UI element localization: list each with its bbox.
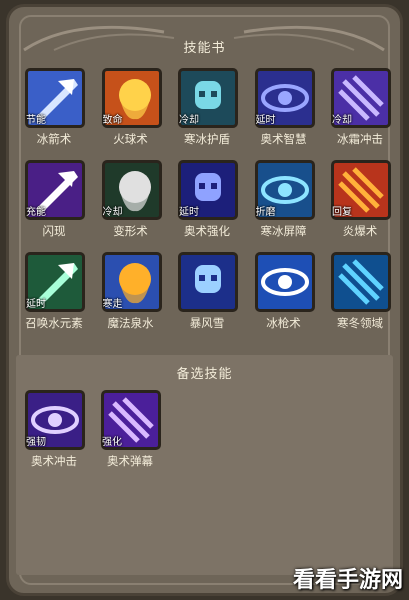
skill-tag: 致命 [102,115,123,126]
skill-name: 变形术 [113,224,148,238]
skill-slot[interactable]: 暴风雪 [175,252,239,331]
skill-name: 闪现 [42,224,66,238]
skill-tag: 寒走 [102,299,123,310]
skill-slot[interactable]: 冷却 冰霜冲击 [328,68,392,147]
skill-slot[interactable]: 充能 闪现 [22,160,86,239]
skill-name: 奥术智慧 [260,132,307,146]
skill-grid: 节能 冰箭术 致命 火球术 冷却 寒冰护盾 延时 奥术智慧 冷却 冰霜冲击 充能… [22,68,392,344]
skill-tag: 冷却 [102,207,123,218]
skill-tag: 强化 [102,437,122,448]
skill-slot[interactable]: 寒走 魔法泉水 [99,252,163,331]
skill-slot[interactable]: 冷却 寒冰护盾 [175,68,239,147]
skill-tag: 强韧 [26,437,46,448]
skill-name: 寒冰护盾 [184,132,230,146]
skill-tag: 冷却 [332,115,352,126]
reserve-skill-list: 强韧 奥术冲击 强化 奥术弹幕 [22,390,162,469]
skill-row: 延时 召唤水元素 寒走 魔法泉水 暴风雪 冰枪术 寒冬领域 [22,252,392,331]
blizzard-icon [178,252,238,312]
skill-name: 火球术 [113,132,148,146]
skill-slot[interactable]: 延时 召唤水元素 [22,252,86,331]
skill-slot[interactable]: 冰枪术 [252,252,316,331]
skill-slot[interactable]: 回复 炎爆术 [328,160,392,239]
skill-tag: 折磨 [255,207,276,218]
skill-name: 冰枪术 [266,316,301,330]
skill-name: 寒冰屏障 [260,224,307,238]
skill-tag: 冷却 [179,115,199,126]
skill-name: 奥术弹幕 [107,454,153,468]
skill-tag: 延时 [255,115,276,126]
skill-slot[interactable]: 致命 火球术 [99,68,163,147]
skill-name: 魔法泉水 [107,316,154,330]
skill-slot[interactable]: 折磨 寒冰屏障 [252,160,316,239]
skill-name: 冰霜冲击 [337,132,383,146]
skill-tag: 延时 [179,207,199,218]
panel-title: 技能书 [183,41,226,56]
watermark: 看看手游网 [292,568,403,593]
skill-name: 寒冬领域 [337,316,383,330]
reserve-skill-slot[interactable]: 强韧 奥术冲击 [22,390,86,469]
skill-name: 暴风雪 [189,316,225,330]
skill-tag: 回复 [332,207,352,218]
skill-slot[interactable]: 延时 奥术智慧 [252,68,316,147]
skill-row: 节能 冰箭术 致命 火球术 冷却 寒冰护盾 延时 奥术智慧 冷却 冰霜冲击 [22,68,392,147]
skill-name: 奥术冲击 [31,454,77,468]
skill-tag: 延时 [26,299,46,310]
reserve-skill-slot[interactable]: 强化 奥术弹幕 [98,390,162,469]
ice-lance-icon [254,252,315,312]
skill-tag: 充能 [26,207,46,218]
skill-slot[interactable]: 冷却 变形术 [99,160,163,239]
skill-name: 奥术强化 [184,224,230,238]
skill-tag: 节能 [26,115,46,126]
skill-name: 炎爆术 [342,224,378,238]
winter-domain-icon [331,252,391,312]
skill-row: 充能 闪现 冷却 变形术 延时 奥术强化 折磨 寒冰屏障 回复 炎爆术 [22,160,392,239]
skill-slot[interactable]: 延时 奥术强化 [175,160,239,239]
skill-slot[interactable]: 节能 冰箭术 [22,68,86,147]
reserve-title: 备选技能 [176,367,233,382]
skill-name: 召唤水元素 [25,316,83,330]
skill-name: 冰箭术 [36,132,72,146]
skill-slot[interactable]: 寒冬领域 [328,252,392,331]
